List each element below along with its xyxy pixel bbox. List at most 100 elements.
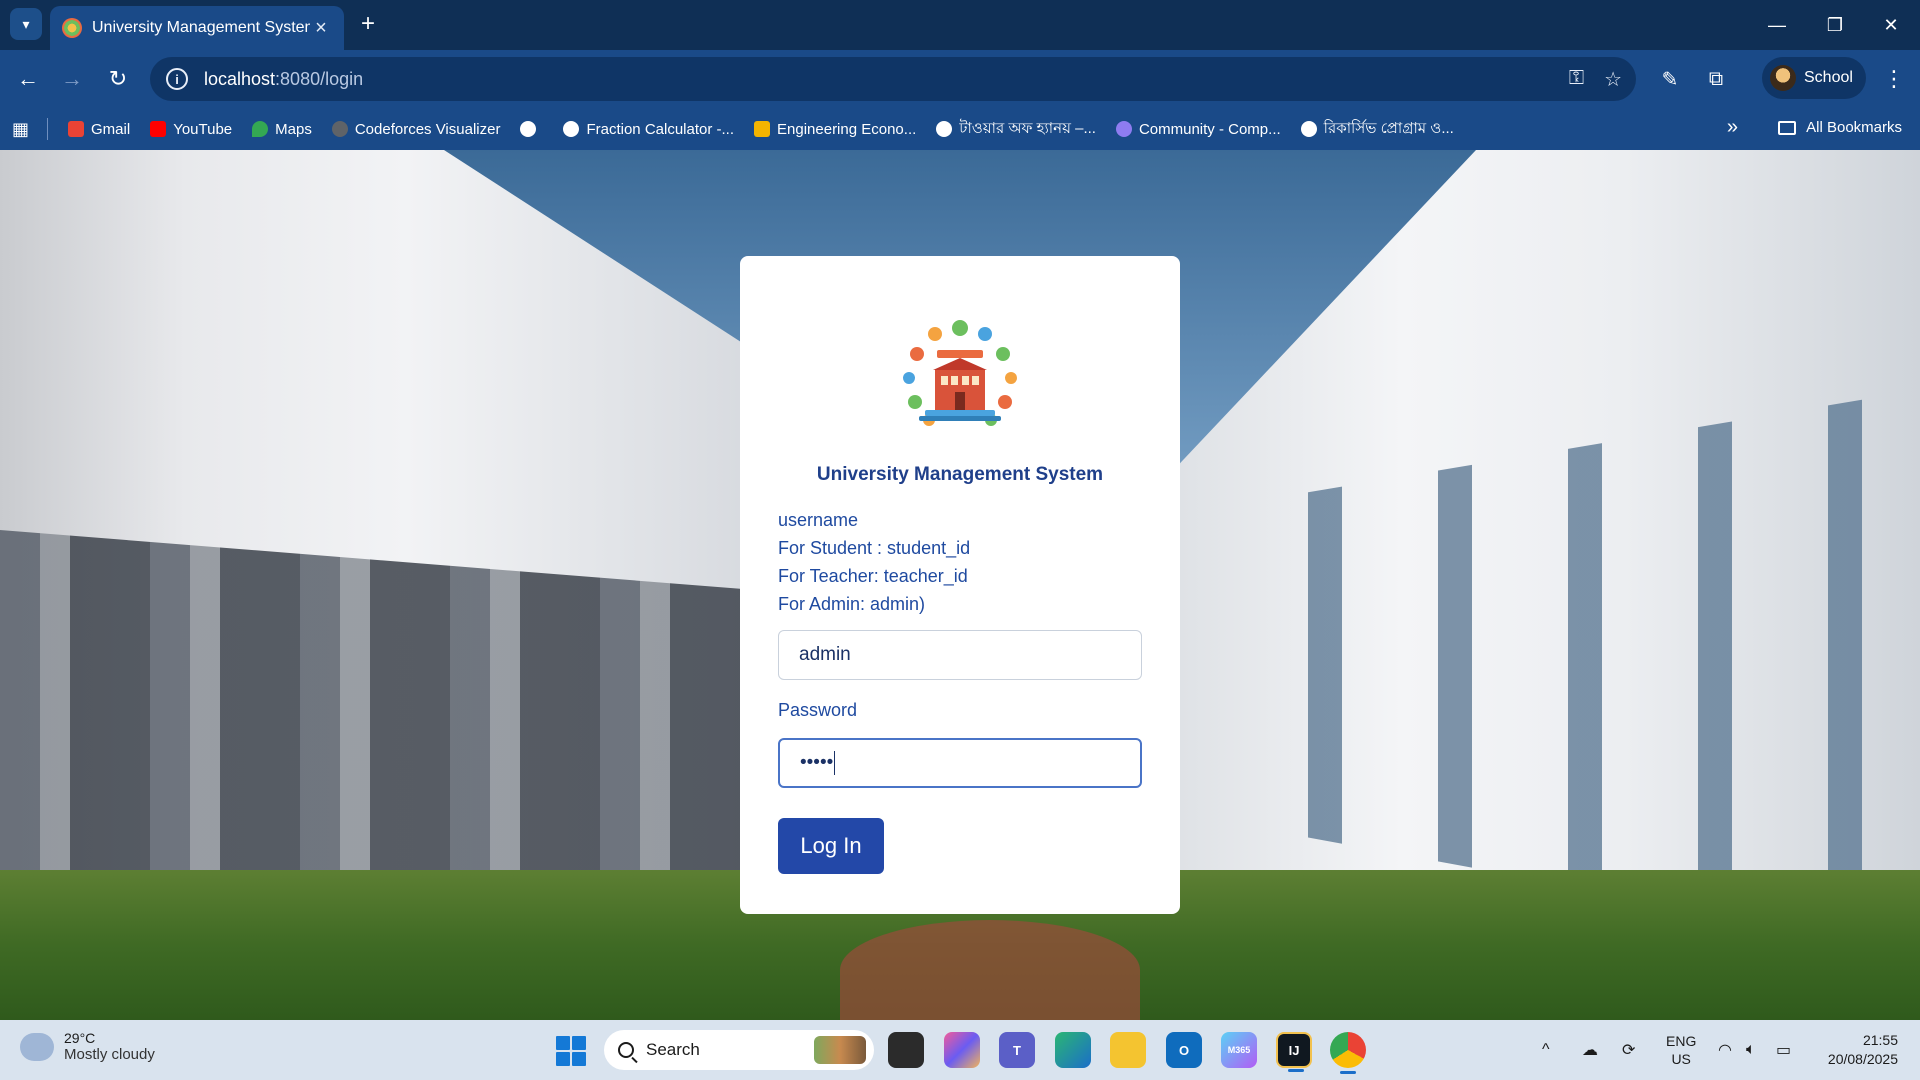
volume-icon[interactable]: 🔈︎ — [1746, 1020, 1756, 1080]
language-code: ENG — [1666, 1033, 1697, 1049]
site-info-icon[interactable]: i — [166, 68, 188, 90]
clock[interactable]: 21:55 20/08/2025 — [1828, 1031, 1898, 1069]
copilot-icon[interactable] — [944, 1032, 980, 1068]
username-input[interactable]: admin — [778, 630, 1142, 680]
language-region: US — [1671, 1051, 1691, 1067]
screen: ▾ University Management System × + — ❐ ✕… — [0, 0, 1920, 1080]
chrome-icon[interactable] — [1330, 1032, 1366, 1074]
bookmark-label: Fraction Calculator -... — [586, 120, 735, 138]
globe-icon — [1300, 121, 1317, 137]
bookmark-label: রিকার্সিভ প্রোগ্রাম ও... — [1323, 119, 1454, 137]
taskbar-search-label: Search — [646, 1040, 700, 1059]
m365-label: M365 — [1227, 1045, 1251, 1055]
all-bookmarks[interactable]: All Bookmarks — [1778, 119, 1902, 136]
password-label: Password — [778, 700, 858, 720]
bookmark-label: Gmail — [91, 120, 131, 138]
search-highlight-image — [814, 1036, 866, 1064]
tab-university-management[interactable]: University Management System × — [50, 6, 344, 50]
username-hint: username For Student : student_id For Te… — [778, 506, 970, 618]
bookmark-community[interactable]: Community - Comp... — [1115, 120, 1281, 138]
extensions-puzzle-icon[interactable]: ⧉ — [1700, 63, 1732, 95]
eyedropper-icon[interactable]: ✎ — [1654, 63, 1686, 95]
search-icon — [618, 1042, 634, 1058]
profile-avatar — [1770, 65, 1796, 91]
bookmark-maps[interactable]: Maps — [252, 121, 312, 138]
bookmark-codeforces-visualizer[interactable]: Codeforces Visualizer — [331, 120, 501, 138]
weather-widget[interactable]: 29°C Mostly cloudy — [16, 1026, 155, 1063]
bookmark-recursive-program[interactable]: রিকার্সিভ প্রোগ্রাম ও... — [1300, 117, 1454, 142]
battery-icon[interactable]: ▭ — [1776, 1020, 1791, 1080]
password-input[interactable]: ••••• — [778, 738, 1142, 788]
profile-name: School — [1804, 69, 1853, 86]
background-path — [840, 920, 1140, 1020]
university-logo-icon — [903, 320, 1017, 426]
restore-icon[interactable]: ❐ — [1806, 0, 1864, 50]
new-tab-plus-icon[interactable]: + — [352, 8, 384, 40]
bookmark-globe[interactable] — [520, 121, 543, 137]
browser-toolbar: ← → ↻ i localhost:8080/login ⚿ ☆ ✎ ⧉ Sch… — [0, 50, 1920, 108]
bookmark-label: Maps — [275, 120, 312, 138]
back-arrow-icon[interactable]: ← — [12, 63, 44, 95]
jetbrains-icon[interactable]: IJ — [1276, 1032, 1312, 1072]
folder-icon — [1778, 120, 1797, 135]
reload-icon[interactable]: ↻ — [102, 63, 134, 95]
maps-pin-icon — [252, 121, 269, 137]
bookmark-fraction-calculator[interactable]: Fraction Calculator -... — [563, 121, 734, 138]
bookmark-star-icon[interactable]: ☆ — [1604, 67, 1622, 92]
menu-kebab-icon[interactable]: ⋮ — [1878, 63, 1910, 95]
all-bookmarks-label: All Bookmarks — [1806, 119, 1902, 136]
bookmark-label: Codeforces Visualizer — [354, 120, 501, 138]
bookmark-label: টাওয়ার অফ হ্যানয় –... — [959, 119, 1096, 137]
taskbar: 29°C Mostly cloudy Search T O M365 IJ ^ … — [0, 1020, 1920, 1080]
task-view-icon[interactable] — [888, 1032, 924, 1068]
windows-start-icon[interactable] — [556, 1036, 586, 1066]
wifi-icon[interactable]: ◠ — [1718, 1020, 1732, 1080]
app-title: University Management System — [816, 464, 1104, 485]
password-value: ••••• — [800, 752, 834, 773]
outlook-icon[interactable]: O — [1166, 1032, 1202, 1068]
username-label: username — [778, 510, 859, 530]
close-window-icon[interactable]: ✕ — [1862, 0, 1920, 50]
file-explorer-icon[interactable] — [1110, 1032, 1146, 1068]
codeforces-icon — [331, 121, 348, 137]
globe-icon — [520, 121, 537, 137]
gmail-icon — [68, 121, 85, 137]
tab-favicon-icon — [62, 18, 82, 38]
browser-tab-strip: ▾ University Management System × + — ❐ ✕ — [0, 0, 1920, 50]
bookmark-gmail[interactable]: Gmail — [68, 121, 130, 138]
bookmarks-bar: ▦ Gmail YouTube Maps Codeforces Visualiz… — [0, 108, 1920, 150]
clock-date: 20/08/2025 — [1827, 1051, 1898, 1067]
apps-grid-icon[interactable]: ▦ — [12, 119, 29, 140]
m365-icon[interactable]: M365 — [1221, 1032, 1257, 1068]
login-card: University Management System username Fo… — [740, 256, 1180, 914]
url-path: :8080/login — [275, 68, 364, 89]
community-icon — [1115, 121, 1132, 137]
bookmark-youtube[interactable]: YouTube — [150, 121, 232, 138]
globe-icon — [563, 121, 580, 137]
bookmarks-overflow-chevron-icon[interactable]: » — [1727, 116, 1738, 139]
tab-close-icon[interactable]: × — [310, 17, 332, 40]
tab-search-chevron-icon[interactable]: ▾ — [10, 8, 42, 40]
onedrive-icon[interactable]: ☁ — [1582, 1020, 1598, 1080]
teams-icon[interactable]: T — [999, 1032, 1035, 1068]
sync-icon[interactable]: ⟳ — [1622, 1020, 1635, 1080]
language-indicator[interactable]: ENG US — [1666, 1032, 1696, 1068]
url-host: localhost — [204, 68, 276, 89]
edge-icon[interactable] — [1055, 1032, 1091, 1068]
minimize-icon[interactable]: — — [1748, 0, 1806, 50]
address-bar[interactable]: i localhost:8080/login ⚿ ☆ — [150, 57, 1636, 101]
forward-arrow-icon[interactable]: → — [56, 63, 88, 95]
bookmark-engineering-economics[interactable]: Engineering Econo... — [754, 121, 916, 138]
weather-temperature: 29°C — [64, 1030, 96, 1046]
bookmark-tower-of-hanoi[interactable]: টাওয়ার অফ হ্যানয় –... — [936, 117, 1096, 142]
bookmark-label: Community - Comp... — [1138, 120, 1281, 138]
taskbar-search[interactable]: Search — [604, 1030, 874, 1070]
profile-button[interactable]: School — [1762, 57, 1866, 99]
bookmark-label: YouTube — [173, 120, 233, 138]
youtube-icon — [150, 121, 167, 137]
password-key-icon[interactable]: ⚿ — [1569, 67, 1584, 92]
login-button[interactable]: Log In — [778, 818, 884, 874]
username-value: admin — [799, 644, 851, 665]
text-caret — [834, 751, 836, 775]
show-hidden-icons-chevron-icon[interactable]: ^ — [1542, 1020, 1550, 1080]
